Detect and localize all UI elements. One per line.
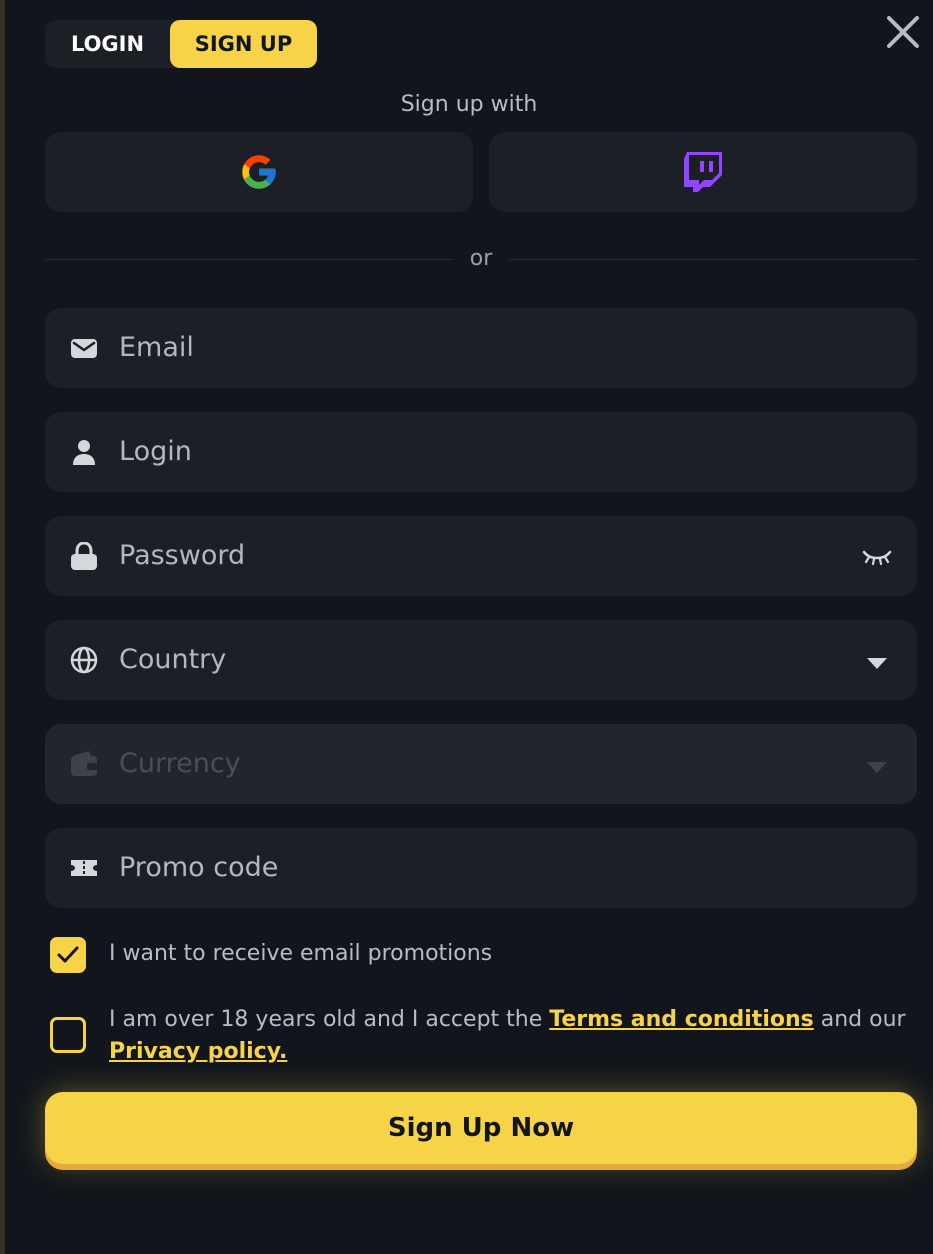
caret-down-icon <box>867 658 887 669</box>
wallet-icon <box>71 751 97 776</box>
terms-text-before: I am over 18 years old and I accept the <box>109 1007 550 1032</box>
or-separator: or <box>469 246 493 271</box>
privacy-link[interactable]: Privacy policy. <box>109 1039 287 1064</box>
divider-right <box>509 259 917 260</box>
promotions-checkbox[interactable] <box>50 937 86 973</box>
twitch-icon <box>684 152 722 192</box>
ticket-icon <box>71 860 97 876</box>
email-field[interactable]: Email <box>45 308 917 388</box>
terms-label: I am over 18 years old and I accept the … <box>109 1004 909 1068</box>
signup-with-heading: Sign up with <box>400 92 538 117</box>
google-icon <box>242 155 276 189</box>
password-placeholder: Password <box>119 540 246 571</box>
login-field[interactable]: Login <box>45 412 917 492</box>
terms-link[interactable]: Terms and conditions <box>549 1007 813 1032</box>
close-button[interactable] <box>885 14 921 50</box>
currency-placeholder: Currency <box>119 748 241 779</box>
promotions-label: I want to receive email promotions <box>109 941 493 966</box>
close-icon <box>887 16 919 48</box>
terms-checkbox[interactable] <box>50 1017 86 1053</box>
country-placeholder: Country <box>119 644 227 675</box>
tab-signup[interactable]: SIGN UP <box>170 20 317 68</box>
currency-select: Currency <box>45 724 917 804</box>
google-signup-button[interactable] <box>45 132 473 212</box>
terms-text-middle: and our <box>813 1007 906 1032</box>
login-placeholder: Login <box>119 436 192 467</box>
globe-icon <box>70 646 98 674</box>
signup-modal: LOGIN SIGN UP Sign up with or Email Logi… <box>5 0 933 1254</box>
promo-placeholder: Promo code <box>119 852 279 883</box>
promo-code-field[interactable]: Promo code <box>45 828 917 908</box>
eye-closed-icon[interactable] <box>861 546 893 568</box>
twitch-signup-button[interactable] <box>489 132 917 212</box>
user-icon <box>73 440 95 465</box>
tab-login[interactable]: LOGIN <box>45 20 170 68</box>
country-select[interactable]: Country <box>45 620 917 700</box>
auth-tabs: LOGIN SIGN UP <box>45 20 317 68</box>
password-field[interactable]: Password <box>45 516 917 596</box>
divider-left <box>45 259 453 260</box>
checkmark-icon <box>57 946 79 963</box>
sign-up-now-button[interactable]: Sign Up Now <box>45 1092 917 1164</box>
lock-icon <box>71 542 97 570</box>
caret-down-icon <box>867 762 887 773</box>
envelope-icon <box>71 339 97 358</box>
email-placeholder: Email <box>119 332 194 363</box>
